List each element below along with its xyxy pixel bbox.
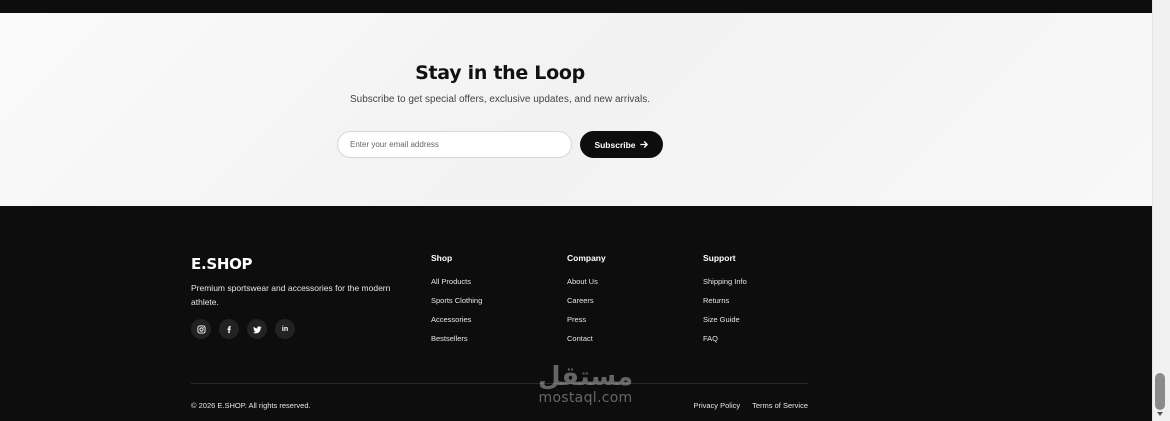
footer-link-about-us[interactable]: About Us: [567, 277, 606, 296]
footer-column-company: Company About Us Careers Press Contact: [567, 253, 606, 353]
footer-link-sports-clothing[interactable]: Sports Clothing: [431, 296, 482, 315]
newsletter-title: Stay in the Loop: [415, 62, 585, 84]
scroll-down-arrow-icon[interactable]: [1157, 412, 1163, 416]
footer-link-contact[interactable]: Contact: [567, 334, 606, 353]
copyright-text: © 2026 E.SHOP. All rights reserved.: [191, 401, 311, 410]
linkedin-label: in: [281, 325, 289, 333]
footer-link-all-products[interactable]: All Products: [431, 277, 482, 296]
email-input[interactable]: [337, 131, 572, 158]
subscribe-button[interactable]: Subscribe: [580, 131, 663, 158]
facebook-icon[interactable]: [219, 319, 239, 339]
column-title: Company: [567, 253, 606, 263]
newsletter-section: Stay in the Loop Subscribe to get specia…: [0, 13, 1152, 206]
footer-link-bestsellers[interactable]: Bestsellers: [431, 334, 482, 353]
subscribe-label: Subscribe: [594, 139, 636, 150]
footer-column-shop: Shop All Products Sports Clothing Access…: [431, 253, 482, 353]
column-title: Support: [703, 253, 736, 263]
footer-tagline: Premium sportswear and accessories for t…: [191, 283, 391, 307]
footer-link-careers[interactable]: Careers: [567, 296, 606, 315]
scrollbar-track[interactable]: [1152, 0, 1170, 421]
terms-of-service-link[interactable]: Terms of Service: [752, 401, 808, 410]
footer-link-press[interactable]: Press: [567, 315, 606, 334]
footer-link-shipping-info[interactable]: Shipping Info: [703, 277, 747, 296]
legal-links: Privacy Policy Terms of Service: [693, 401, 808, 410]
footer-link-accessories[interactable]: Accessories: [431, 315, 482, 334]
instagram-icon[interactable]: [191, 319, 211, 339]
column-title: Shop: [431, 253, 453, 263]
twitter-icon[interactable]: [247, 319, 267, 339]
arrow-right-icon: [639, 141, 648, 148]
footer-column-support: Support Shipping Info Returns Size Guide…: [703, 253, 747, 353]
footer-link-faq[interactable]: FAQ: [703, 334, 747, 353]
footer-link-returns[interactable]: Returns: [703, 296, 747, 315]
social-links: in: [191, 319, 295, 339]
newsletter-subtitle: Subscribe to get special offers, exclusi…: [350, 94, 650, 105]
footer-brand-logo[interactable]: E.SHOP: [191, 255, 253, 273]
privacy-policy-link[interactable]: Privacy Policy: [693, 401, 740, 410]
linkedin-icon[interactable]: in: [275, 319, 295, 339]
footer-link-size-guide[interactable]: Size Guide: [703, 315, 747, 334]
site-footer: E.SHOP Premium sportswear and accessorie…: [0, 206, 1152, 421]
scrollbar-thumb[interactable]: [1155, 373, 1165, 410]
footer-divider: [191, 383, 808, 384]
top-dark-band: [0, 0, 1152, 13]
